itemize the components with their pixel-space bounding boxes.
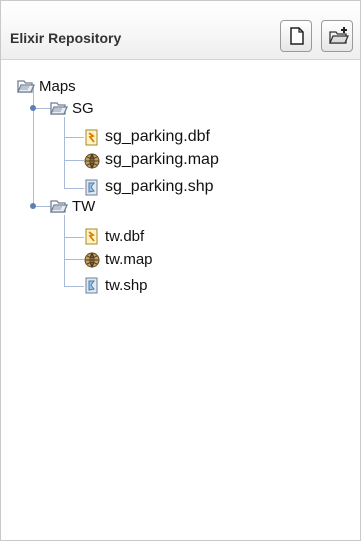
add-folder-button[interactable] (321, 20, 353, 52)
folder-open-icon (17, 78, 35, 94)
add-folder-icon (329, 27, 349, 44)
tree-node-maps[interactable]: Maps (17, 76, 76, 96)
globe-map-icon (83, 251, 101, 269)
tree-file-tw-dbf[interactable]: tw.dbf (83, 226, 144, 246)
tree-node-sg[interactable]: SG (50, 98, 94, 118)
folder-open-icon (50, 198, 68, 214)
dbf-file-icon (83, 228, 101, 245)
tree-connector-sg-file2 (64, 160, 84, 161)
tree-file-label: tw.shp (105, 276, 148, 294)
tree-node-label: SG (72, 99, 94, 117)
tree-file-label: tw.dbf (105, 227, 145, 245)
new-document-icon (290, 27, 304, 45)
tree-connector-root (33, 85, 34, 207)
tree-file-sg-dbf[interactable]: sg_parking.dbf (83, 127, 210, 147)
panel-header: Elixir Repository (1, 1, 360, 60)
folder-open-icon (50, 100, 68, 116)
tree-file-label: sg_parking.dbf (105, 128, 210, 145)
new-document-button[interactable] (280, 20, 312, 52)
tree-file-sg-map[interactable]: sg_parking.map (83, 150, 219, 170)
repository-panel: Elixir Repository Maps SG sg_parking.dbf… (0, 0, 361, 541)
tree-connector-tw-file1 (64, 237, 84, 238)
tree-node-label: TW (72, 197, 96, 215)
dbf-file-icon (83, 129, 101, 146)
tree-node-tw[interactable]: TW (50, 196, 95, 216)
expand-handle-tw[interactable] (30, 203, 36, 209)
shp-file-icon (83, 277, 101, 294)
repository-tree: Maps SG sg_parking.dbf sg_parking.map sg… (1, 59, 360, 539)
tree-connector-sg-children (64, 117, 65, 189)
tree-file-label: sg_parking.map (105, 151, 219, 168)
tree-connector-sg-file3 (64, 188, 84, 189)
tree-connector-tw-file2 (64, 259, 84, 260)
tree-connector-tw-file3 (64, 286, 84, 287)
globe-map-icon (83, 152, 101, 170)
panel-title: Elixir Repository (10, 30, 122, 46)
tree-file-label: tw.map (105, 250, 153, 268)
tree-connector-tw-children (64, 215, 65, 287)
tree-file-tw-map[interactable]: tw.map (83, 249, 153, 269)
tree-file-label: sg_parking.shp (105, 178, 214, 195)
tree-node-label: Maps (39, 77, 76, 95)
expand-handle-sg[interactable] (30, 105, 36, 111)
tree-file-tw-shp[interactable]: tw.shp (83, 275, 148, 295)
shp-file-icon (83, 179, 101, 196)
tree-file-sg-shp[interactable]: sg_parking.shp (83, 177, 214, 197)
tree-connector-sg-file1 (64, 137, 84, 138)
